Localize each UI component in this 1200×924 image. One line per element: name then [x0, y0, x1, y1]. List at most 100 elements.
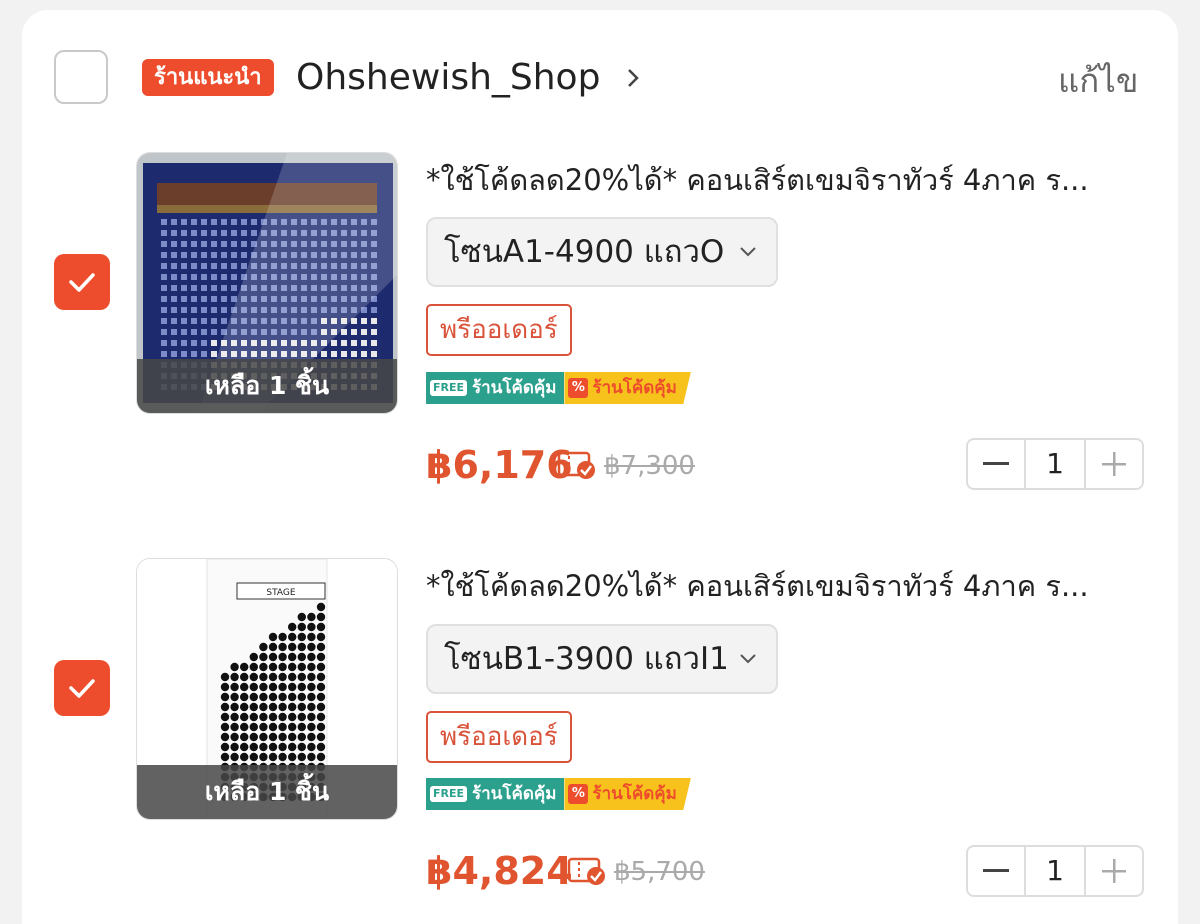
seat-dot — [259, 702, 268, 712]
seat-dot — [278, 662, 287, 672]
seat-dot — [307, 752, 316, 762]
free-shipping-label: ร้านโค้ดคุ้ม — [472, 784, 557, 804]
seat-dot — [297, 642, 306, 652]
variant-label: โซนA1-4900 แถวO — [444, 234, 725, 270]
seat-cell — [231, 263, 237, 269]
variant-selector[interactable]: โซนB1-3900 แถวI1 — [426, 624, 778, 694]
seat-dot — [316, 752, 326, 762]
seat-cell — [361, 329, 367, 335]
seat-cell — [171, 318, 177, 324]
seat-dot — [240, 712, 249, 722]
quantity-value[interactable]: 1 — [1024, 440, 1086, 488]
seat-cell — [171, 263, 177, 269]
seat-dot — [268, 702, 278, 712]
seat-cell — [161, 351, 167, 357]
seat-cell — [361, 318, 367, 324]
stock-remaining-label: เหลือ 1 ชิ้น — [137, 359, 397, 413]
chevron-down-icon — [740, 654, 756, 664]
seat-dot — [297, 632, 306, 642]
seat-cell — [201, 307, 207, 313]
seat-cell — [361, 351, 367, 357]
seat-dot — [249, 732, 258, 742]
seat-dot — [268, 652, 278, 662]
seat-dot — [240, 692, 249, 702]
edit-button[interactable]: แก้ไข — [1058, 60, 1138, 102]
discount-code-tag: % ร้านโค้ดคุ้ม — [564, 778, 691, 810]
discount-code-tag: % ร้านโค้ดคุ้ม — [564, 372, 691, 404]
quantity-value[interactable]: 1 — [1024, 847, 1086, 895]
seat-cell — [211, 252, 217, 258]
seat-dot — [316, 702, 326, 712]
seat-cell — [201, 263, 207, 269]
seat-dot — [316, 632, 326, 642]
seat-cell — [171, 285, 177, 291]
seat-cell — [191, 307, 197, 313]
shop-name-link[interactable]: Ohshewish_Shop — [296, 56, 600, 100]
seat-dot — [268, 752, 278, 762]
product-thumbnail[interactable]: STAGE เหลือ 1 ชิ้น — [136, 558, 398, 820]
product-thumbnail[interactable]: เหลือ 1 ชิ้น — [136, 152, 398, 414]
product-title[interactable]: *ใช้โค้ดลด20%ได้* คอนเสิร์ตเขมจิราทัวร์ … — [426, 160, 1146, 200]
variant-selector[interactable]: โซนA1-4900 แถวO — [426, 217, 778, 287]
seat-dot — [268, 732, 278, 742]
seat-dot — [268, 632, 278, 642]
seat-dot — [240, 752, 249, 762]
seat-cell — [201, 219, 207, 225]
seat-dot — [297, 722, 306, 732]
seat-cell — [181, 241, 187, 247]
plus-icon — [1102, 452, 1126, 476]
free-shipping-tag: FREE ร้านโค้ดคุ้ม — [426, 778, 565, 810]
chevron-right-icon[interactable] — [624, 62, 644, 94]
seat-dot — [288, 672, 297, 682]
seat-dot — [288, 682, 297, 692]
free-shipping-tag: FREE ร้านโค้ดคุ้ม — [426, 372, 565, 404]
seat-cell — [241, 241, 247, 247]
item-select-checkbox[interactable] — [54, 254, 110, 310]
decrease-quantity-button[interactable] — [968, 440, 1024, 488]
seat-cell — [241, 230, 247, 236]
seat-dot — [316, 722, 326, 732]
shop-select-checkbox[interactable] — [54, 50, 108, 104]
seat-cell — [231, 230, 237, 236]
seat-dot — [230, 712, 239, 722]
minus-icon — [983, 462, 1009, 465]
quantity-stepper[interactable]: 1 — [966, 845, 1144, 897]
seat-dot — [316, 672, 326, 682]
seat-cell — [231, 219, 237, 225]
seat-dot — [230, 682, 239, 692]
seat-cell — [161, 219, 167, 225]
seat-dot — [230, 752, 239, 762]
seat-cell — [181, 274, 187, 280]
seat-dot — [278, 702, 287, 712]
seat-dot — [297, 682, 306, 692]
seat-dot — [288, 742, 297, 752]
truck-icon: FREE — [430, 786, 468, 802]
seat-dot — [278, 732, 287, 742]
quantity-stepper[interactable]: 1 — [966, 438, 1144, 490]
seat-dot — [259, 642, 268, 652]
decrease-quantity-button[interactable] — [968, 847, 1024, 895]
product-title[interactable]: *ใช้โค้ดลด20%ได้* คอนเสิร์ตเขมจิราทัวร์ … — [426, 566, 1146, 606]
seat-cell — [221, 219, 227, 225]
seat-dot — [249, 722, 258, 732]
seat-dot — [268, 642, 278, 652]
seat-cell — [211, 296, 217, 302]
seat-dot — [278, 642, 287, 652]
seat-cell — [191, 329, 197, 335]
seat-dot — [240, 672, 249, 682]
seat-dot — [316, 732, 326, 742]
seat-dot — [230, 672, 239, 682]
increase-quantity-button[interactable] — [1086, 847, 1142, 895]
seat-dot — [249, 702, 258, 712]
seat-cell — [181, 219, 187, 225]
seat-cell — [221, 252, 227, 258]
seat-dot — [230, 742, 239, 752]
item-select-checkbox[interactable] — [54, 660, 110, 716]
increase-quantity-button[interactable] — [1086, 440, 1142, 488]
seat-dot — [220, 692, 230, 702]
seat-dot — [240, 702, 249, 712]
seat-dot — [249, 742, 258, 752]
original-price: ฿5,700 — [614, 857, 705, 887]
seat-cell — [351, 351, 357, 357]
free-shipping-label: ร้านโค้ดคุ้ม — [472, 378, 557, 398]
